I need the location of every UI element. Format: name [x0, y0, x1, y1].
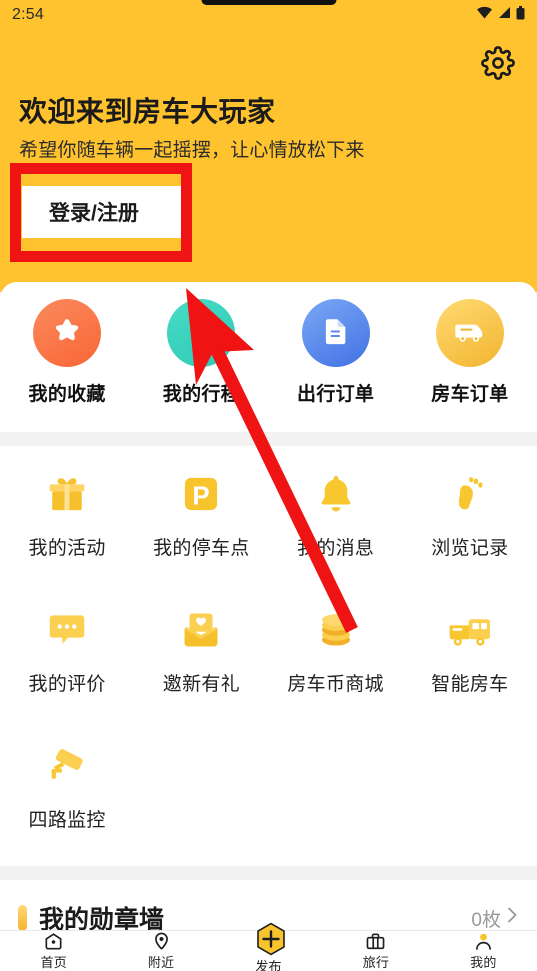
- menu-item-label: 我的消息: [297, 538, 375, 559]
- shortcut-travel-orders[interactable]: 出行订单: [269, 299, 403, 406]
- menu-item-four-channel-monitor[interactable]: 四路监控: [0, 718, 134, 854]
- gift-icon: [41, 468, 93, 520]
- shortcut-my-trips[interactable]: 我的行程: [134, 299, 268, 406]
- suitcase-icon: [365, 931, 386, 951]
- bottom-navigation-bar: 首页 附近 发布 旅行 我的: [0, 922, 537, 971]
- status-bar: 2:54: [0, 0, 537, 30]
- menu-item-my-activities[interactable]: 我的活动: [0, 446, 134, 582]
- menu-item-invite-rewards[interactable]: 邀新有礼: [134, 582, 268, 718]
- shortcut-label: 我的收藏: [28, 384, 106, 405]
- location-pin-icon: [185, 315, 217, 352]
- login-register-button[interactable]: 登录/注册: [22, 186, 182, 238]
- menu-item-smart-rv[interactable]: 智能房车: [403, 582, 537, 718]
- menu-item-rv-coin-mall[interactable]: 房车币商城: [269, 582, 403, 718]
- gear-icon: [481, 45, 515, 85]
- publish-plus-icon: [254, 922, 285, 956]
- coin-stack-icon: [310, 604, 362, 656]
- nav-item-travel[interactable]: 旅行: [322, 931, 429, 971]
- menu-item-empty: [403, 718, 537, 854]
- menu-item-label: 浏览记录: [431, 538, 509, 559]
- star-icon-circle: [33, 299, 102, 367]
- envelope-heart-icon: [175, 604, 227, 656]
- shortcut-label: 我的行程: [162, 384, 240, 405]
- menu-item-browsing-history[interactable]: 浏览记录: [403, 446, 537, 582]
- nav-item-label: 发布: [255, 959, 282, 971]
- nav-item-label: 首页: [40, 955, 67, 970]
- app-screen: 2:54 欢迎来到房车大玩家 希望你随车辆一起摇摆，让心情放松下来 登录/注册 …: [0, 0, 537, 971]
- svg-text:P: P: [193, 482, 210, 510]
- menu-item-label: 房车币商城: [287, 674, 384, 695]
- menu-row: 四路监控: [0, 718, 537, 854]
- shortcut-label: 房车订单: [431, 384, 509, 405]
- menu-item-label: 我的活动: [28, 538, 106, 559]
- menu-item-my-parking[interactable]: P 我的停车点: [134, 446, 268, 582]
- star-icon: [50, 314, 84, 353]
- rv-van-icon: [452, 313, 488, 354]
- medal-wall-count: 0枚: [471, 909, 501, 931]
- menu-item-label: 我的停车点: [153, 538, 250, 559]
- menu-item-empty: [134, 718, 268, 854]
- document-icon: [320, 315, 352, 352]
- login-register-label: 登录/注册: [49, 202, 139, 225]
- shortcut-my-favorites[interactable]: 我的收藏: [0, 299, 134, 406]
- nav-item-nearby[interactable]: 附近: [107, 931, 214, 971]
- menu-item-my-reviews[interactable]: 我的评价: [0, 582, 134, 718]
- nav-item-mine[interactable]: 我的: [430, 931, 537, 971]
- document-icon-circle: [301, 299, 370, 367]
- parking-p-icon: P: [175, 468, 227, 520]
- cctv-camera-icon: [41, 740, 93, 792]
- bell-icon: [310, 468, 362, 520]
- shortcut-label: 出行订单: [297, 384, 375, 405]
- wifi-icon: [476, 6, 493, 24]
- status-time: 2:54: [12, 6, 44, 23]
- settings-button[interactable]: [479, 45, 517, 85]
- nav-item-home[interactable]: 首页: [0, 931, 107, 971]
- person-icon: [473, 931, 494, 951]
- section-divider: [0, 866, 537, 880]
- menu-item-label: 四路监控: [28, 810, 106, 831]
- menu-item-label: 智能房车: [431, 674, 509, 695]
- page-title: 欢迎来到房车大玩家: [19, 96, 276, 127]
- chat-bubble-icon: [41, 604, 93, 656]
- menu-item-label: 我的评价: [28, 674, 106, 695]
- signal-icon: [498, 6, 511, 24]
- rv-van-icon-circle: [435, 299, 504, 367]
- nav-item-publish[interactable]: 发布: [215, 922, 322, 971]
- smart-rv-icon: [444, 604, 496, 656]
- medal-wall-count-group[interactable]: 0枚: [471, 905, 519, 932]
- shortcut-rv-orders[interactable]: 房车订单: [403, 299, 537, 406]
- chevron-right-icon: [506, 905, 519, 931]
- accent-bar: [18, 905, 27, 931]
- shortcuts-card: 我的收藏 我的行程 出行订单 房车订单: [0, 282, 537, 432]
- menu-item-empty: [269, 718, 403, 854]
- shortcuts-row: 我的收藏 我的行程 出行订单 房车订单: [0, 282, 537, 406]
- menu-row: 我的活动 P 我的停车点 我的消息 浏览记录: [0, 446, 537, 582]
- section-divider: [0, 432, 537, 446]
- nearby-pin-icon: [151, 931, 172, 951]
- home-icon: [43, 931, 64, 951]
- location-pin-icon-circle: [167, 299, 236, 367]
- menu-row: 我的评价 邀新有礼 房车币商城 智能房车: [0, 582, 537, 718]
- menu-item-my-messages[interactable]: 我的消息: [269, 446, 403, 582]
- menu-item-label: 邀新有礼: [162, 674, 240, 695]
- nav-item-label: 旅行: [362, 955, 390, 970]
- header-banner: 2:54 欢迎来到房车大玩家 希望你随车辆一起摇摆，让心情放松下来 登录/注册: [0, 0, 537, 292]
- page-subtitle: 希望你随车辆一起摇摆，让心情放松下来: [19, 140, 365, 161]
- nav-item-label: 附近: [147, 955, 175, 970]
- status-icon-group: [476, 5, 525, 25]
- battery-icon: [516, 5, 525, 25]
- nav-item-label: 我的: [470, 955, 497, 970]
- menu-grid-card: 我的活动 P 我的停车点 我的消息 浏览记录 我的评价 邀新有礼 房车币商城 智…: [0, 446, 537, 872]
- footprint-icon: [444, 468, 496, 520]
